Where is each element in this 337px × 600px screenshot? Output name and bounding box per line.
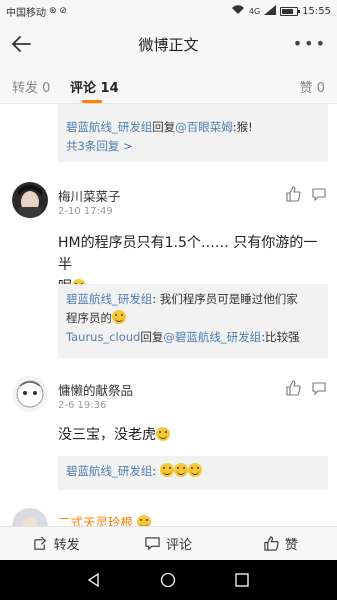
comment-button[interactable]: 评论: [112, 527, 224, 560]
reply-author-link[interactable]: 碧蓝航线_研发组: [66, 464, 152, 478]
reply-text: :: [152, 464, 157, 478]
back-arrow-icon[interactable]: [8, 30, 36, 58]
repost-label: 转发: [53, 538, 80, 553]
avatar[interactable]: [12, 182, 48, 218]
home-circle-icon[interactable]: [160, 572, 176, 588]
tab-like[interactable]: 赞 0: [300, 77, 325, 96]
reply-text: :比较强: [261, 330, 300, 344]
reply-text: : 我们程序员可是睡过他们家: [152, 292, 298, 306]
reply-box-partial: 碧蓝航线_研发组回复@百眼菜姆:猴! 共3条回复 >: [58, 104, 328, 162]
reply-target-link[interactable]: @百眼菜姆: [175, 120, 233, 134]
thumbs-up-icon: [264, 536, 279, 551]
comment-menu-icon[interactable]: [311, 186, 327, 202]
commenter-name[interactable]: 梅川菜菜子: [58, 186, 121, 205]
comment-feed[interactable]: 碧蓝航线_研发组回复@百眼菜姆:猴! 共3条回复 > 梅川菜菜子 2-10 17…: [0, 104, 337, 526]
reply-line: Taurus_cloud回复@碧蓝航线_研发组:比较强: [66, 328, 320, 347]
network-label: 4G: [248, 6, 261, 16]
reply-line: 碧蓝航线_研发组回复@百眼菜姆:猴!: [66, 118, 320, 137]
reply-author-link[interactable]: 碧蓝航线_研发组: [66, 120, 152, 134]
tab-comment[interactable]: 评论 14: [70, 77, 119, 96]
reply-mid: 回复: [152, 120, 176, 134]
reply-line: 程序员的: [66, 309, 320, 328]
comment-icon: [145, 537, 160, 551]
carrier-label: 中国移动: [6, 7, 46, 19]
reply-line: 碧蓝航线_研发组: 我们程序员可是睡过他们家: [66, 290, 320, 309]
reply-box: 碧蓝航线_研发组: 我们程序员可是睡过他们家 程序员的 Taurus_cloud…: [58, 284, 328, 358]
emoji-icon: [187, 463, 202, 477]
battery-icon: [280, 6, 301, 16]
tab-repost[interactable]: 转发 0: [12, 77, 50, 96]
system-nav-bar: [0, 560, 337, 600]
avatar[interactable]: [12, 508, 48, 526]
comment-label: 评论: [165, 538, 192, 553]
repost-icon: [33, 536, 46, 550]
signal-icon: [264, 4, 277, 18]
emoji-icon: [173, 463, 188, 477]
back-triangle-icon[interactable]: [86, 572, 102, 588]
more-icon[interactable]: •••: [293, 34, 327, 53]
notification-icon: ⊛ ⊘: [49, 6, 67, 16]
comment-menu-icon[interactable]: [311, 380, 327, 396]
commenter-name[interactable]: 慵懒的献祭品: [58, 380, 133, 399]
status-right: 4G 15:55: [231, 4, 331, 18]
comment-time: 2-10 17:49: [58, 206, 113, 217]
comment-text: 没三宝，没老虎: [58, 424, 326, 446]
like-button[interactable]: 赞: [225, 527, 337, 560]
repost-button[interactable]: 转发: [0, 527, 112, 560]
comment-text-line: HM的程序员只有1.5个…… 只有你游的一半: [58, 235, 318, 273]
clock: 15:55: [302, 5, 331, 17]
reply-text: :猴!: [232, 120, 253, 134]
tab-bar: 转发 0 评论 14 赞 0: [0, 66, 337, 104]
wifi-icon: [231, 4, 245, 18]
avatar[interactable]: [12, 376, 48, 412]
reply-text: 程序员的: [66, 311, 112, 325]
reply-box: 碧蓝航线_研发组:: [58, 456, 328, 490]
emoji-icon: [159, 463, 174, 477]
emoji-icon: [156, 427, 170, 441]
emoji-icon: [112, 310, 126, 324]
comment-time: 2-6 19:36: [58, 400, 107, 411]
status-bar: 中国移动 ⊛ ⊘ 4G 15:55: [0, 0, 337, 22]
page-title: 微博正文: [138, 35, 199, 54]
reply-target-link[interactable]: @碧蓝航线_研发组: [163, 330, 261, 344]
reply-mid: 回复: [140, 330, 164, 344]
thumbs-up-icon[interactable]: [285, 380, 301, 396]
recents-square-icon[interactable]: [234, 572, 250, 588]
like-label: 赞: [284, 538, 298, 553]
nav-bar: 微博正文 •••: [0, 22, 337, 66]
emoji-icon: [137, 515, 151, 526]
commenter-name[interactable]: 二式天灵玲根: [58, 512, 151, 526]
reply-author-link[interactable]: Taurus_cloud: [66, 330, 140, 344]
bottom-action-bar: 转发 评论 赞: [0, 526, 337, 560]
carrier-group: 中国移动 ⊛ ⊘: [6, 4, 67, 19]
reply-author-link[interactable]: 碧蓝航线_研发组: [66, 292, 152, 306]
thumbs-up-icon[interactable]: [285, 186, 301, 202]
more-replies-link[interactable]: 共3条回复 >: [66, 137, 320, 156]
tab-active-indicator: [82, 100, 102, 103]
